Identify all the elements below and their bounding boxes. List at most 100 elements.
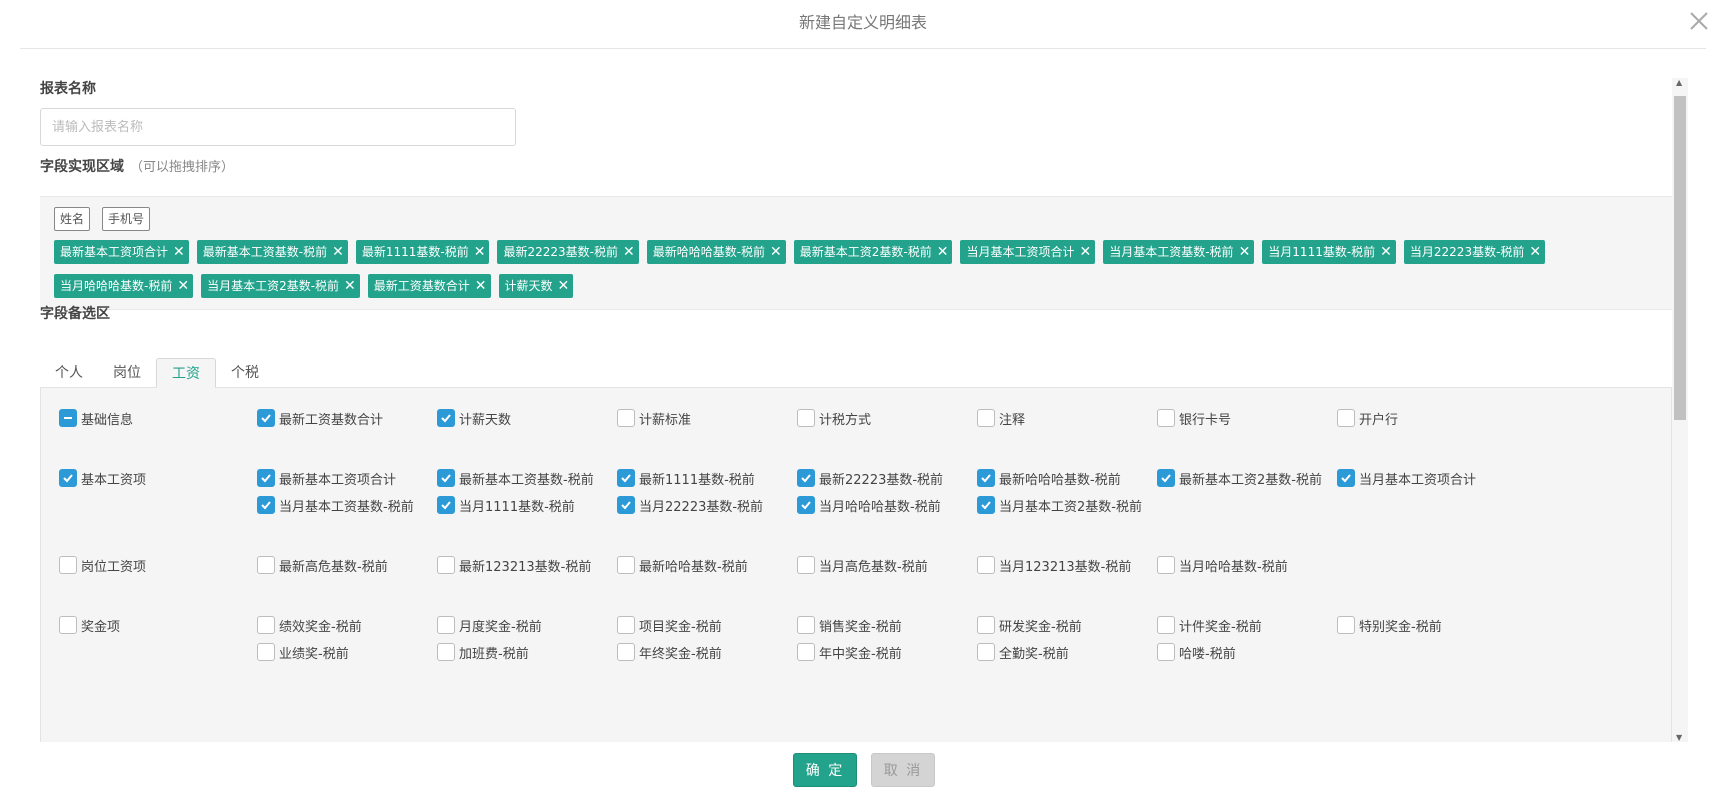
field-checkbox[interactable]: 当月哈哈基数-税前: [1157, 555, 1288, 575]
field-checkbox[interactable]: 计税方式: [797, 408, 871, 428]
remove-tag-icon[interactable]: ✕: [344, 274, 356, 298]
field-checkbox[interactable]: 注释: [977, 408, 1025, 428]
field-checkbox[interactable]: 当月基本工资2基数-税前: [977, 495, 1142, 515]
dialog-body[interactable]: 报表名称 字段实现区域（可以拖拽排序） 姓名手机号 最新基本工资项合计✕最新基本…: [40, 78, 1688, 742]
selected-tag[interactable]: 计薪天数 ✕: [498, 274, 574, 298]
field-checkbox[interactable]: 年中奖金-税前: [797, 642, 902, 662]
remove-tag-icon[interactable]: ✕: [770, 240, 782, 264]
field-checkbox[interactable]: 特别奖金-税前: [1337, 615, 1442, 635]
checkbox-box[interactable]: [617, 556, 635, 574]
checkbox-box[interactable]: [1337, 469, 1355, 487]
remove-tag-icon[interactable]: ✕: [558, 274, 570, 298]
field-checkbox[interactable]: 当月哈哈哈基数-税前: [797, 495, 941, 515]
remove-tag-icon[interactable]: ✕: [173, 240, 185, 264]
checkbox-box[interactable]: [977, 469, 995, 487]
field-checkbox[interactable]: 最新基本工资基数-税前: [437, 468, 594, 488]
checkbox-box[interactable]: [617, 616, 635, 634]
field-checkbox[interactable]: 最新123213基数-税前: [437, 555, 591, 575]
field-checkbox[interactable]: 绩效奖金-税前: [257, 615, 362, 635]
selected-tag[interactable]: 当月哈哈哈基数-税前 ✕: [54, 274, 194, 298]
field-checkbox[interactable]: 当月基本工资基数-税前: [257, 495, 414, 515]
checkbox-box[interactable]: [1157, 643, 1175, 661]
field-checkbox[interactable]: 计件奖金-税前: [1157, 615, 1262, 635]
remove-tag-icon[interactable]: ✕: [1239, 240, 1251, 264]
selected-tag[interactable]: 最新1111基数-税前 ✕: [355, 240, 490, 264]
tab-3[interactable]: 个税: [216, 358, 274, 388]
confirm-button[interactable]: 确 定: [793, 753, 857, 787]
checkbox-box[interactable]: [257, 556, 275, 574]
group-checkbox[interactable]: 奖金项: [59, 615, 120, 635]
checkbox-box[interactable]: [257, 496, 275, 514]
selected-tag[interactable]: 最新基本工资2基数-税前 ✕: [793, 240, 953, 264]
field-checkbox[interactable]: 当月基本工资项合计: [1337, 468, 1476, 488]
checkbox-box[interactable]: [797, 409, 815, 427]
field-checkbox[interactable]: 研发奖金-税前: [977, 615, 1082, 635]
field-checkbox[interactable]: 最新哈哈基数-税前: [617, 555, 748, 575]
field-checkbox[interactable]: 加班费-税前: [437, 642, 529, 662]
checkbox-box[interactable]: [1157, 469, 1175, 487]
checkbox-box[interactable]: [977, 643, 995, 661]
checkbox-box[interactable]: [797, 643, 815, 661]
checkbox-box[interactable]: [257, 469, 275, 487]
selected-tag[interactable]: 当月22223基数-税前 ✕: [1403, 240, 1546, 264]
remove-tag-icon[interactable]: ✕: [332, 240, 344, 264]
remove-tag-icon[interactable]: ✕: [1529, 240, 1541, 264]
remove-tag-icon[interactable]: ✕: [177, 274, 189, 298]
selected-tag[interactable]: 最新基本工资基数-税前 ✕: [196, 240, 348, 264]
checkbox-box[interactable]: [977, 496, 995, 514]
remove-tag-icon[interactable]: ✕: [474, 240, 486, 264]
selected-tag[interactable]: 最新基本工资项合计 ✕: [54, 240, 189, 264]
group-checkbox[interactable]: 基础信息: [59, 408, 133, 428]
field-checkbox[interactable]: 计薪标准: [617, 408, 691, 428]
checkbox-box[interactable]: [437, 496, 455, 514]
checkbox-box[interactable]: [1337, 409, 1355, 427]
remove-tag-icon[interactable]: ✕: [937, 240, 949, 264]
checkbox-box[interactable]: [797, 496, 815, 514]
field-checkbox[interactable]: 当月22223基数-税前: [617, 495, 763, 515]
checkbox-box[interactable]: [797, 556, 815, 574]
field-checkbox[interactable]: 最新基本工资项合计: [257, 468, 396, 488]
remove-tag-icon[interactable]: ✕: [1380, 240, 1392, 264]
selected-tag[interactable]: 最新哈哈哈基数-税前 ✕: [646, 240, 786, 264]
selected-tag[interactable]: 当月基本工资基数-税前 ✕: [1103, 240, 1255, 264]
group-checkbox-box[interactable]: [59, 469, 77, 487]
field-checkbox[interactable]: 项目奖金-税前: [617, 615, 722, 635]
remove-tag-icon[interactable]: ✕: [1079, 240, 1091, 264]
checkbox-box[interactable]: [437, 556, 455, 574]
cancel-button[interactable]: 取 消: [871, 753, 935, 787]
tab-0[interactable]: 个人: [40, 358, 98, 388]
selected-tag[interactable]: 当月基本工资2基数-税前 ✕: [201, 274, 360, 298]
vertical-scrollbar[interactable]: ▲ ▼: [1672, 78, 1688, 742]
selected-tag[interactable]: 当月1111基数-税前 ✕: [1262, 240, 1396, 264]
checkbox-box[interactable]: [257, 409, 275, 427]
checkbox-box[interactable]: [1157, 556, 1175, 574]
checkbox-box[interactable]: [797, 469, 815, 487]
group-checkbox[interactable]: 岗位工资项: [59, 555, 146, 575]
field-checkbox[interactable]: 最新1111基数-税前: [617, 468, 755, 488]
field-checkbox[interactable]: 最新高危基数-税前: [257, 555, 388, 575]
checkbox-box[interactable]: [977, 409, 995, 427]
field-checkbox[interactable]: 当月1111基数-税前: [437, 495, 575, 515]
field-area[interactable]: 姓名 手机号 最新基本工资项合计 ✕ 最新基本工资基数-税前 ✕ 最新1111基数-税前 ✕…: [40, 196, 1672, 310]
group-checkbox[interactable]: 基本工资项: [59, 468, 146, 488]
scrollbar-thumb[interactable]: [1674, 96, 1686, 420]
checkbox-box[interactable]: [617, 643, 635, 661]
field-checkbox[interactable]: 哈喽-税前: [1157, 642, 1236, 662]
checkbox-box[interactable]: [257, 616, 275, 634]
checkbox-box[interactable]: [617, 496, 635, 514]
field-checkbox[interactable]: 开户行: [1337, 408, 1398, 428]
checkbox-box[interactable]: [437, 616, 455, 634]
field-checkbox[interactable]: 全勤奖-税前: [977, 642, 1069, 662]
checkbox-box[interactable]: [437, 469, 455, 487]
selected-tag[interactable]: 最新22223基数-税前 ✕: [497, 240, 639, 264]
field-checkbox[interactable]: 计薪天数: [437, 408, 511, 428]
checkbox-box[interactable]: [797, 616, 815, 634]
field-checkbox[interactable]: 银行卡号: [1157, 408, 1231, 428]
group-checkbox-box[interactable]: [59, 556, 77, 574]
field-checkbox[interactable]: 最新22223基数-税前: [797, 468, 943, 488]
tab-1[interactable]: 岗位: [98, 358, 156, 388]
field-checkbox[interactable]: 最新工资基数合计: [257, 408, 383, 428]
close-icon[interactable]: [1686, 8, 1712, 34]
checkbox-box[interactable]: [437, 409, 455, 427]
field-checkbox[interactable]: 最新基本工资2基数-税前: [1157, 468, 1322, 488]
